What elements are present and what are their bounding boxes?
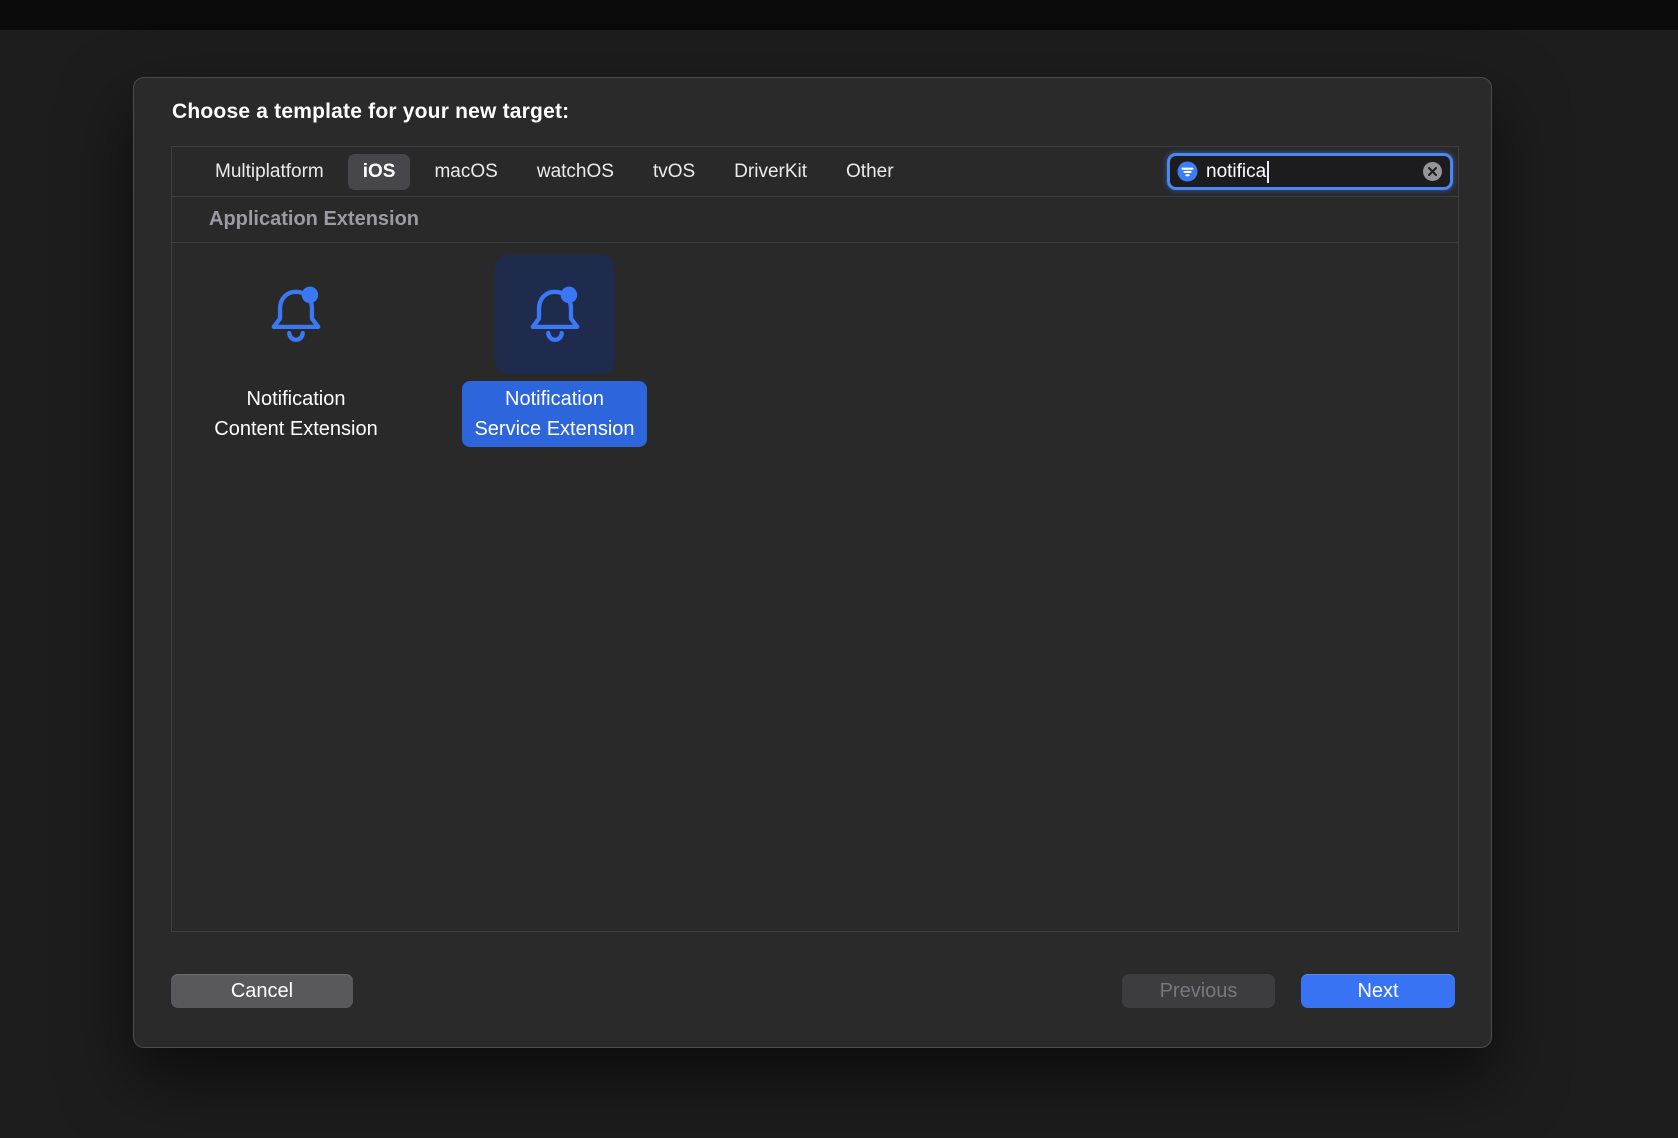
next-button[interactable]: Next bbox=[1301, 974, 1455, 1008]
template-notification-service-extension[interactable]: Notification Service Extension bbox=[440, 255, 669, 447]
template-icon-tile bbox=[236, 255, 356, 374]
clear-search-button[interactable] bbox=[1422, 161, 1443, 182]
tab-driverkit[interactable]: DriverKit bbox=[719, 154, 822, 190]
background-menubar-strip bbox=[0, 0, 1678, 30]
platform-tab-bar: Multiplatform iOS macOS watchOS tvOS Dri… bbox=[172, 147, 1458, 197]
template-grid: Notification Content Extension Notif bbox=[172, 243, 1458, 931]
filter-icon[interactable] bbox=[1177, 161, 1198, 182]
previous-button[interactable]: Previous bbox=[1122, 974, 1275, 1008]
clear-circle-icon bbox=[1422, 161, 1443, 182]
search-input-text[interactable]: notifica bbox=[1206, 161, 1266, 183]
cancel-button[interactable]: Cancel bbox=[171, 974, 353, 1008]
tab-ios[interactable]: iOS bbox=[348, 154, 411, 190]
text-caret bbox=[1267, 161, 1269, 183]
tab-multiplatform[interactable]: Multiplatform bbox=[200, 154, 339, 190]
section-header: Application Extension bbox=[209, 208, 419, 231]
template-chooser: Multiplatform iOS macOS watchOS tvOS Dri… bbox=[171, 146, 1459, 932]
template-filter-field[interactable]: notifica bbox=[1167, 153, 1453, 190]
bell-badge-icon bbox=[263, 282, 329, 348]
template-notification-content-extension[interactable]: Notification Content Extension bbox=[185, 255, 407, 447]
tab-macos[interactable]: macOS bbox=[419, 154, 512, 190]
bell-badge-icon bbox=[522, 282, 588, 348]
template-icon-tile-selected bbox=[495, 255, 615, 374]
tab-tvos[interactable]: tvOS bbox=[638, 154, 710, 190]
tab-watchos[interactable]: watchOS bbox=[522, 154, 629, 190]
dialog-footer: Cancel Previous Next bbox=[171, 974, 1455, 1008]
section-header-row: Application Extension bbox=[172, 197, 1458, 243]
template-label: Notification Content Extension bbox=[202, 381, 389, 447]
dialog-title: Choose a template for your new target: bbox=[172, 100, 569, 124]
template-label-selected: Notification Service Extension bbox=[462, 381, 646, 447]
new-target-template-dialog: Choose a template for your new target: M… bbox=[133, 77, 1492, 1048]
tab-other[interactable]: Other bbox=[831, 154, 909, 190]
